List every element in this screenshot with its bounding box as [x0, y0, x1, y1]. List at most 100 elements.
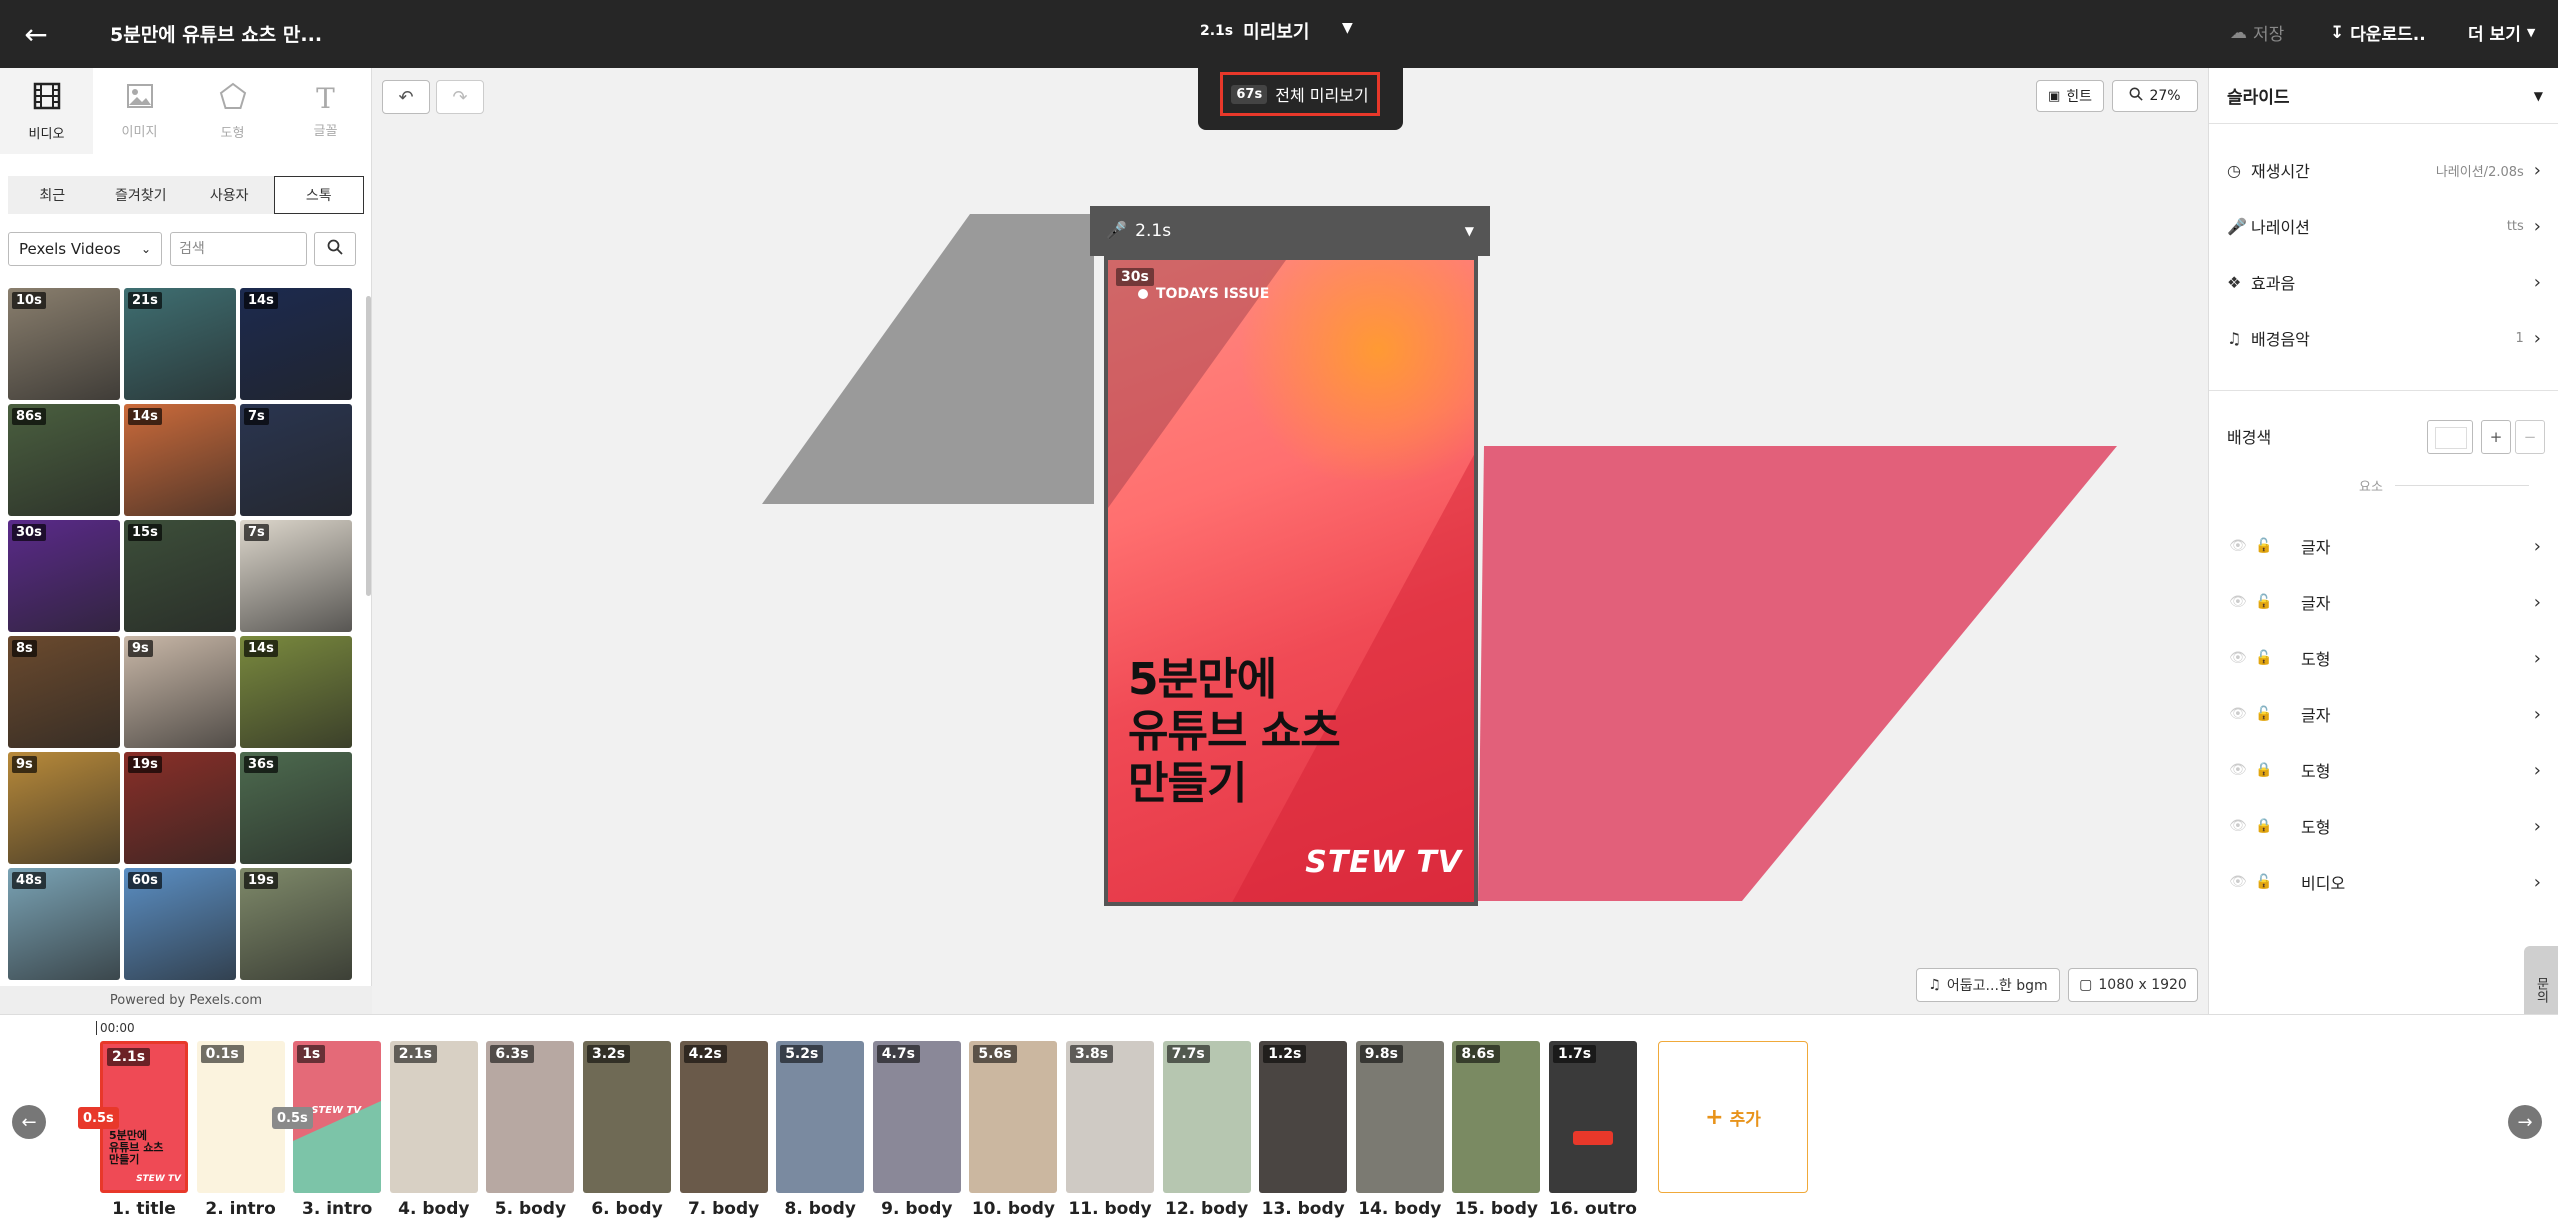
video-thumbnail[interactable]: 10s — [8, 288, 120, 400]
preview-button[interactable]: 2.1s 미리보기 — [1200, 18, 1309, 44]
slide-topic[interactable]: TODAYS ISSUE — [1138, 286, 1269, 302]
video-thumbnail[interactable]: 7s — [240, 520, 352, 632]
element-row[interactable]: 👁 🔓 글자 › — [2209, 686, 2558, 742]
timeline-clip[interactable]: 1.2s — [1259, 1041, 1348, 1193]
timeline-clip[interactable]: 2.1s — [389, 1041, 478, 1193]
video-duration: 19s — [244, 872, 278, 889]
timeline-clip[interactable]: 8.6s — [1452, 1041, 1541, 1193]
unlock-icon[interactable]: 🔓 — [2255, 594, 2283, 610]
timeline-clip[interactable]: 1.7s — [1549, 1041, 1637, 1193]
video-thumbnail[interactable]: 48s — [8, 868, 120, 980]
setting-duration[interactable]: ◷ 재생시간 나레이션/2.08s › — [2209, 142, 2558, 198]
tab-stock[interactable]: 스톡 — [273, 176, 364, 214]
project-title[interactable]: 5분만에 유튜브 쇼츠 만... — [110, 20, 322, 47]
timeline-clip[interactable]: 7.7s — [1162, 1041, 1251, 1193]
tab-image[interactable]: 이미지 — [93, 68, 186, 154]
timeline-clip[interactable]: 5.6s — [969, 1041, 1058, 1193]
bg-color-add-button[interactable]: + — [2481, 420, 2511, 454]
eye-icon[interactable]: 👁 — [2229, 650, 2249, 666]
video-thumbnail[interactable]: 9s — [8, 752, 120, 864]
video-thumbnail[interactable]: 8s — [8, 636, 120, 748]
element-row[interactable]: 👁 🔒 도형 › — [2209, 798, 2558, 854]
timeline-time: 00:00 — [96, 1021, 135, 1035]
video-thumbnail[interactable]: 86s — [8, 404, 120, 516]
tab-video[interactable]: 비디오 — [0, 68, 93, 154]
setting-sound-effect[interactable]: ❖ 효과음 › — [2209, 254, 2558, 310]
element-row[interactable]: 👁 🔓 비디오 › — [2209, 854, 2558, 910]
back-arrow-icon[interactable]: ← — [18, 16, 54, 52]
more-label: 더 보기 — [2468, 25, 2521, 45]
download-button[interactable]: ↧ 다운로드.. — [2330, 20, 2426, 46]
setting-narration[interactable]: 🎤 나레이션 tts › — [2209, 198, 2558, 254]
element-row[interactable]: 👁 🔓 도형 › — [2209, 630, 2558, 686]
add-slide-button[interactable]: + 추가 — [1658, 1041, 1808, 1193]
arrow-right-icon[interactable]: → — [2508, 1105, 2542, 1139]
timeline-clip[interactable]: 3.8s — [1066, 1041, 1154, 1193]
lock-icon[interactable]: 🔒 — [2255, 762, 2283, 778]
video-thumbnail[interactable]: 60s — [124, 868, 236, 980]
video-thumbnail[interactable]: 14s — [240, 636, 352, 748]
eye-icon[interactable]: 👁 — [2229, 818, 2249, 834]
slide-dropdown[interactable]: 슬라이드 ▼ — [2209, 68, 2558, 124]
video-thumbnail[interactable]: 14s — [240, 288, 352, 400]
eye-icon[interactable]: 👁 — [2229, 538, 2249, 554]
slide-canvas[interactable]: 30s TODAYS ISSUE 5분만에 유튜브 쇼츠 만들기 STEW TV — [1104, 256, 1478, 906]
clip-duration: 7.7s — [1166, 1045, 1210, 1063]
narration-bar[interactable]: 🎤 2.1s ▼ — [1090, 206, 1490, 256]
bgm-button[interactable]: ♫ 어둡고...한 bgm — [1916, 968, 2060, 1002]
tab-favorites[interactable]: 즐겨찾기 — [96, 176, 185, 214]
timeline-clip[interactable]: 6.3s — [486, 1041, 575, 1193]
lock-icon[interactable]: 🔒 — [2255, 818, 2283, 834]
source-select[interactable]: Pexels Videos ⌄ — [8, 232, 162, 266]
eye-icon[interactable]: 👁 — [2229, 594, 2249, 610]
more-button[interactable]: 더 보기 ▼ — [2468, 20, 2535, 45]
timeline-clip[interactable]: 3.2s — [583, 1041, 671, 1193]
eye-icon[interactable]: 👁 — [2229, 874, 2249, 890]
video-thumbnail[interactable]: 19s — [240, 868, 352, 980]
timeline-clip[interactable]: 4.2s — [679, 1041, 768, 1193]
transition-badge[interactable]: 0.5s — [272, 1107, 313, 1129]
video-thumbnail[interactable]: 21s — [124, 288, 236, 400]
video-thumbnail[interactable]: 19s — [124, 752, 236, 864]
preview-caret-icon[interactable]: ▼ — [1342, 20, 1353, 36]
tab-recent[interactable]: 최근 — [8, 176, 97, 214]
timeline-clip[interactable]: 9.8s — [1355, 1041, 1444, 1193]
video-thumbnail[interactable]: 15s — [124, 520, 236, 632]
bg-color-swatch[interactable] — [2427, 420, 2473, 454]
search-input[interactable] — [170, 232, 307, 266]
setting-bgm[interactable]: ♫ 배경음악 1 › — [2209, 310, 2558, 366]
slide-headline[interactable]: 5분만에 유튜브 쇼츠 만들기 — [1128, 654, 1341, 810]
element-row[interactable]: 👁 🔓 글자 › — [2209, 518, 2558, 574]
element-row[interactable]: 👁 🔓 글자 › — [2209, 574, 2558, 630]
unlock-icon[interactable]: 🔓 — [2255, 650, 2283, 666]
resolution-button[interactable]: ▢ 1080 x 1920 — [2068, 968, 2198, 1002]
unlock-icon[interactable]: 🔓 — [2255, 538, 2283, 554]
slide-brand[interactable]: STEW TV — [1305, 845, 1462, 880]
transition-badge[interactable]: 0.5s — [78, 1107, 119, 1129]
slide-duration: 30s — [1116, 268, 1154, 286]
media-scrollbar[interactable] — [366, 296, 371, 596]
timeline-clip[interactable]: 5.2s — [776, 1041, 865, 1193]
chevron-down-icon[interactable]: ▼ — [1465, 224, 1474, 238]
video-thumbnail[interactable]: 7s — [240, 404, 352, 516]
tab-shape[interactable]: 도형 — [186, 68, 279, 154]
tab-user[interactable]: 사용자 — [185, 176, 274, 214]
bg-color-remove-button[interactable]: − — [2515, 420, 2545, 454]
eye-icon[interactable]: 👁 — [2229, 762, 2249, 778]
video-duration: 14s — [244, 640, 278, 657]
arrow-left-icon[interactable]: ← — [12, 1105, 46, 1139]
video-thumbnail[interactable]: 30s — [8, 520, 120, 632]
tab-text[interactable]: T 글꼴 — [279, 68, 372, 154]
timeline-clip[interactable]: 4.7s — [872, 1041, 961, 1193]
save-button[interactable]: ☁ 저장 — [2230, 20, 2284, 46]
element-name: 글자 — [2301, 538, 2331, 557]
eye-icon[interactable]: 👁 — [2229, 706, 2249, 722]
video-thumbnail[interactable]: 9s — [124, 636, 236, 748]
video-thumbnail[interactable]: 14s — [124, 404, 236, 516]
element-row[interactable]: 👁 🔒 도형 › — [2209, 742, 2558, 798]
unlock-icon[interactable]: 🔓 — [2255, 874, 2283, 890]
video-thumbnail[interactable]: 36s — [240, 752, 352, 864]
unlock-icon[interactable]: 🔓 — [2255, 706, 2283, 722]
search-button[interactable] — [314, 232, 356, 266]
powered-by[interactable]: Powered by Pexels.com — [0, 986, 372, 1014]
